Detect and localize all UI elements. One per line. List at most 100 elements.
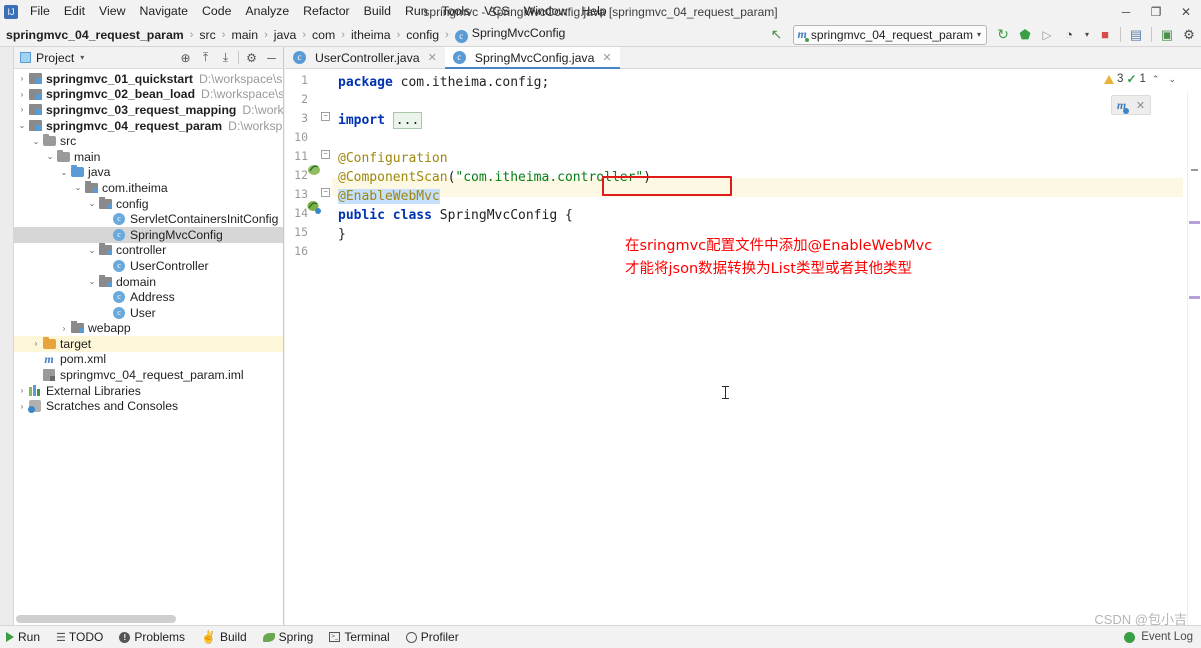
code-line[interactable]: @Configuration [332, 149, 448, 168]
close-icon[interactable]: ✕ [602, 51, 611, 64]
code-line[interactable] [332, 244, 338, 263]
menu-refactor[interactable]: Refactor [296, 1, 356, 22]
tree-item-config[interactable]: ⌄ config [14, 196, 283, 212]
tree-item-domain[interactable]: ⌄ domain [14, 274, 283, 290]
chevron-down-icon[interactable]: ⌄ [86, 246, 98, 255]
terminal-tool-window-button[interactable]: >_ Terminal [323, 626, 399, 648]
chevron-down-icon[interactable]: ⌄ [30, 137, 42, 146]
tree-item-springmvc-04-request-param[interactable]: ⌄springmvc_04_request_paramD:\workspace\… [14, 118, 283, 134]
tree-item-pom-xml[interactable]: m pom.xml [14, 352, 283, 368]
maven-reload-popup[interactable]: m ✕ [1111, 95, 1151, 115]
todo-tool-window-button[interactable]: ☰ TODO [50, 626, 113, 648]
chevron-right-icon[interactable]: › [16, 105, 28, 114]
menu-navigate[interactable]: Navigate [132, 1, 195, 22]
menu-vcs[interactable]: VCS [477, 1, 516, 22]
code-line[interactable]: public class SpringMvcConfig { [332, 206, 573, 225]
menu-edit[interactable]: Edit [57, 1, 92, 22]
run-configuration-selector[interactable]: m springmvc_04_request_param ▾ [792, 24, 987, 45]
chevron-right-icon[interactable]: › [16, 402, 28, 411]
menu-view[interactable]: View [92, 1, 132, 22]
inspection-widget[interactable]: 3 ✓ 1 ⌃ ⌄ [1104, 72, 1179, 86]
tree-item-com-itheima[interactable]: ⌄ com.itheima [14, 180, 283, 196]
event-log-label[interactable]: Event Log [1141, 631, 1193, 643]
editor-scrollbar[interactable] [1187, 91, 1201, 625]
chevron-down-icon[interactable]: ⌄ [86, 199, 98, 208]
fold-marker-class[interactable]: − [321, 188, 330, 197]
hide-panel-icon[interactable]: ─ [262, 48, 281, 67]
breadcrumb-item-src[interactable]: src [197, 28, 217, 42]
menu-run[interactable]: Run [398, 1, 435, 22]
chevron-right-icon[interactable]: › [58, 324, 70, 333]
stop-button[interactable]: ■ [1095, 25, 1115, 45]
breadcrumb-item-com[interactable]: com [310, 28, 337, 42]
tree-item-webapp[interactable]: › webapp [14, 321, 283, 337]
tree-item-usercontroller[interactable]: c UserController [14, 258, 283, 274]
run-tool-window-button[interactable]: Run [0, 626, 50, 648]
tree-item-main[interactable]: ⌄ main [14, 149, 283, 165]
debug-button[interactable]: ⬟ [1015, 25, 1035, 45]
tree-item-servletcontainersinitconfig[interactable]: c ServletContainersInitConfig [14, 211, 283, 227]
chevron-down-icon[interactable]: ⌄ [72, 183, 84, 192]
tree-item-external-libraries[interactable]: › External Libraries [14, 383, 283, 399]
tree-item-springmvc-01-quickstart[interactable]: ›springmvc_01_quickstartD:\workspace\spr… [14, 71, 283, 87]
chevron-down-icon[interactable]: ⌄ [58, 168, 70, 177]
menu-window[interactable]: Window [517, 1, 575, 22]
menu-tools[interactable]: Tools [435, 1, 478, 22]
chevron-down-icon[interactable]: ▾ [80, 53, 84, 62]
tree-item-springmvc-04-request-param-iml[interactable]: springmvc_04_request_param.iml [14, 367, 283, 383]
fold-marker-annotations[interactable]: − [321, 150, 330, 159]
code-editor[interactable]: 1 2 3 10 11 12 13 14 15 16 − − − package com.ithe… [285, 69, 1201, 625]
tree-item-springmvcconfig[interactable]: c SpringMvcConfig [14, 226, 283, 243]
panel-settings-icon[interactable]: ⚙ [242, 48, 261, 67]
maximize-button[interactable]: ❐ [1141, 0, 1171, 23]
tree-item-user[interactable]: c User [14, 305, 283, 321]
spring-bean-gutter-icon[interactable] [307, 162, 321, 176]
spring-config-gutter-icon[interactable] [307, 200, 321, 214]
breadcrumb-item-module[interactable]: springmvc_04_request_param [4, 28, 186, 42]
collapsed-import-block[interactable]: ... [392, 112, 423, 129]
locate-file-icon[interactable]: ⊕ [176, 48, 195, 67]
profile-button[interactable]: ◔ [1059, 25, 1079, 45]
breadcrumb-item-java[interactable]: java [272, 28, 299, 42]
menu-code[interactable]: Code [195, 1, 238, 22]
close-button[interactable]: ✕ [1171, 0, 1201, 23]
project-panel-horizontal-scrollbar[interactable] [16, 615, 176, 623]
tree-item-target[interactable]: › target [14, 336, 283, 352]
code-line[interactable]: } [332, 225, 346, 244]
project-structure-button[interactable]: ▤ [1126, 25, 1146, 45]
collapse-all-icon[interactable]: ⤓ [216, 48, 235, 67]
run-with-coverage-button[interactable]: ▷ [1037, 25, 1057, 45]
menu-analyze[interactable]: Analyze [238, 1, 296, 22]
chevron-right-icon[interactable]: › [16, 90, 28, 99]
tree-item-src[interactable]: ⌄ src [14, 133, 283, 149]
chevron-down-icon[interactable]: ⌄ [44, 152, 56, 161]
chevron-right-icon[interactable]: › [16, 386, 28, 395]
code-line[interactable] [332, 130, 338, 149]
chevron-down-icon[interactable]: ⌄ [16, 121, 28, 130]
breadcrumb-item-config[interactable]: config [404, 28, 441, 42]
menu-help[interactable]: Help [574, 1, 613, 22]
build-project-icon[interactable]: ↖ [767, 25, 787, 45]
run-button[interactable]: ↻ [993, 25, 1013, 45]
more-run-options-caret[interactable]: ▾ [1081, 25, 1093, 45]
code-line[interactable]: import ... [332, 111, 423, 130]
chevron-right-icon[interactable]: › [30, 339, 42, 348]
next-problem-icon[interactable]: ⌄ [1165, 74, 1179, 85]
close-icon[interactable]: ✕ [428, 51, 437, 64]
code-line[interactable]: package com.itheima.config; [332, 73, 549, 92]
problems-tool-window-button[interactable]: ! Problems [113, 626, 195, 648]
settings-button[interactable]: ⚙ [1179, 25, 1199, 45]
menu-build[interactable]: Build [357, 1, 398, 22]
close-icon[interactable]: ✕ [1136, 99, 1145, 112]
search-everywhere-button[interactable]: ▣ [1157, 25, 1177, 45]
tree-item-address[interactable]: c Address [14, 289, 283, 305]
breadcrumb-item-class[interactable]: c SpringMvcConfig [453, 26, 568, 43]
tree-item-controller[interactable]: ⌄ controller [14, 243, 283, 259]
editor-tab-usercontroller[interactable]: c UserController.java ✕ [285, 47, 445, 68]
menu-file[interactable]: File [23, 1, 57, 22]
expand-all-icon[interactable]: ⤒ [196, 48, 215, 67]
breadcrumb-item-itheima[interactable]: itheima [349, 28, 393, 42]
tree-item-springmvc-02-bean-load[interactable]: ›springmvc_02_bean_loadD:\workspace\spri… [14, 87, 283, 103]
chevron-down-icon[interactable]: ⌄ [86, 277, 98, 286]
tree-item-springmvc-03-request-mapping[interactable]: ›springmvc_03_request_mappingD:\workspac… [14, 102, 283, 118]
